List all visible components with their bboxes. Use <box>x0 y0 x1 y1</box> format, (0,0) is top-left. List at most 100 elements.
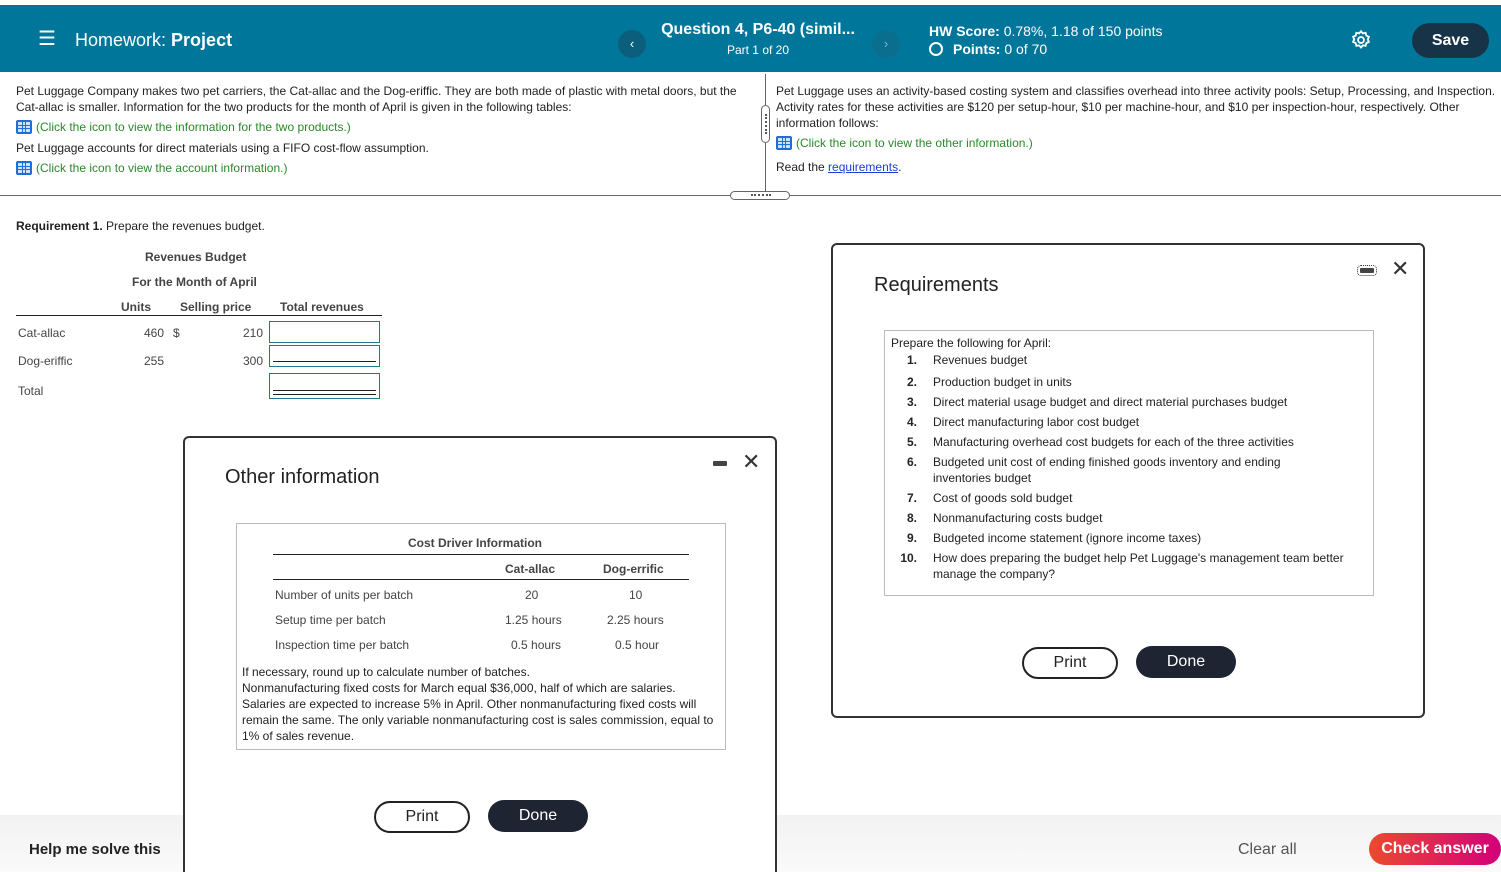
products-info-link-text: (Click the icon to view the information … <box>36 120 351 134</box>
budget-title: Revenues Budget <box>145 250 247 264</box>
score-block: HW Score: 0.78%, 1.18 of 150 points Poin… <box>929 23 1162 57</box>
table-rule <box>273 554 689 555</box>
total-revenues-total-input[interactable] <box>269 373 380 399</box>
check-answer-button[interactable]: Check answer <box>1369 833 1501 865</box>
requirement-1-heading: Requirement 1. Prepare the revenues budg… <box>16 219 265 233</box>
row-label: Setup time per batch <box>275 613 386 627</box>
column-header-dog-errific: Dog-errific <box>603 562 664 576</box>
close-icon[interactable]: ✕ <box>742 451 760 473</box>
requirement-item: 10. How does preparing the budget help Pe… <box>891 550 1367 582</box>
requirement-item: 8. Nonmanufacturing costs budget <box>891 510 1367 526</box>
item-number: 7. <box>906 491 917 505</box>
budget-subtitle: For the Month of April <box>132 275 257 289</box>
done-button[interactable]: Done <box>1136 646 1236 678</box>
top-bar: ☰ Homework: Project ‹ Question 4, P6-40 … <box>0 5 1501 72</box>
dog-errific-value: 0.5 hour <box>615 638 660 652</box>
other-information-dialog: Other information ✕ Cost Driver Informat… <box>183 436 777 872</box>
done-button[interactable]: Done <box>488 800 588 832</box>
item-text: Cost of goods sold budget <box>933 491 1073 505</box>
requirements-dialog-title: Requirements <box>874 274 999 296</box>
chevron-left-icon: ‹ <box>629 36 635 51</box>
units-dog-eriffic: 255 <box>144 354 165 368</box>
row-label: Number of units per batch <box>275 588 414 602</box>
item-number: 3. <box>906 395 917 409</box>
dog-errific-value: 10 <box>629 588 643 602</box>
other-info-link[interactable]: (Click the icon to view the other inform… <box>776 135 1496 151</box>
hw-score-label: HW Score: <box>929 23 1000 39</box>
item-number: 5. <box>906 435 917 449</box>
table-grid-icon <box>16 120 32 134</box>
save-button[interactable]: Save <box>1412 23 1489 58</box>
cat-allac-value: 0.5 hours <box>511 638 562 652</box>
question-title-block: Question 4, P6-40 (simil... Part 1 of 20 <box>656 21 860 57</box>
table-grid-icon <box>16 161 32 175</box>
column-header-units: Units <box>121 300 151 314</box>
hamburger-menu-icon[interactable]: ☰ <box>38 29 56 49</box>
item-text: Direct material usage budget and direct … <box>933 395 1288 409</box>
print-button[interactable]: Print <box>374 801 470 833</box>
hw-score-value: 0.78%, 1.18 of 150 points <box>1003 23 1163 39</box>
requirements-list: 1. Revenues budget 2. Production budget in… <box>891 352 1367 582</box>
homework-title: Homework: Project <box>75 30 232 51</box>
column-header-cat-allac: Cat-allac <box>505 562 556 576</box>
header-rule <box>16 315 382 316</box>
clear-all-button[interactable]: Clear all <box>1238 841 1297 859</box>
other-info-dialog-title: Other information <box>225 466 380 488</box>
requirement-1-text: Prepare the revenues budget. <box>102 219 265 233</box>
total-revenues-cat-allac-input[interactable] <box>269 321 380 343</box>
requirement-item: 6. Budgeted unit cost of ending finished … <box>891 454 1367 486</box>
cat-allac-value: 20 <box>525 588 539 602</box>
item-number: 4. <box>906 415 917 429</box>
item-text: Production budget in units <box>933 375 1072 389</box>
item-number: 2. <box>906 375 917 389</box>
currency-symbol: $ <box>173 326 180 340</box>
item-text: Manufacturing overhead cost budgets for … <box>933 435 1294 449</box>
item-text: Budgeted unit cost of ending finished go… <box>933 455 1281 485</box>
item-text: Budgeted income statement (ignore income… <box>933 531 1202 545</box>
homework-name: Project <box>171 30 233 50</box>
other-info-notes: If necessary, round up to calculate numb… <box>242 664 722 744</box>
row-label-cat-allac: Cat-allac <box>18 326 66 340</box>
help-me-solve-button[interactable]: Help me solve this <box>29 841 161 858</box>
table-rule <box>273 579 689 580</box>
requirement-item: 3. Direct material usage budget and direc… <box>891 394 1367 410</box>
gear-icon[interactable] <box>1350 29 1372 51</box>
requirements-dialog: Requirements ✕ Prepare the following for… <box>831 243 1425 718</box>
requirement-item: 4. Direct manufacturing labor cost budget <box>891 414 1367 430</box>
requirement-item: 5. Manufacturing overhead cost budgets fo… <box>891 434 1367 450</box>
note-nonmanufacturing: Nonmanufacturing fixed costs for March e… <box>242 681 714 743</box>
item-number: 1. <box>906 353 917 367</box>
table-grid-icon <box>776 136 792 150</box>
intro-paragraph: Pet Luggage Company makes two pet carrie… <box>16 84 737 114</box>
requirements-list-box: Prepare the following for April: 1. Reven… <box>884 330 1374 596</box>
row-label-total: Total <box>18 384 44 398</box>
close-icon[interactable]: ✕ <box>1391 258 1409 280</box>
item-text: How does preparing the budget help Pet L… <box>933 551 1344 581</box>
dog-errific-value: 2.25 hours <box>607 613 664 627</box>
row-label-dog-eriffic: Dog-eriffic <box>18 354 73 368</box>
price-cat-allac: 210 <box>243 326 264 340</box>
account-info-link[interactable]: (Click the icon to view the account info… <box>16 160 756 176</box>
item-text: Direct manufacturing labor cost budget <box>933 415 1140 429</box>
requirement-item: 1. Revenues budget <box>891 352 1367 368</box>
chevron-right-icon: › <box>883 36 889 51</box>
total-revenues-dog-eriffic-input[interactable] <box>269 345 380 367</box>
print-button[interactable]: Print <box>1022 647 1118 679</box>
item-number: 8. <box>906 511 917 525</box>
cost-driver-table: Cost Driver Information Cat-allac Dog-er… <box>237 524 725 659</box>
column-header-total-revenues: Total revenues <box>280 300 364 314</box>
minimize-icon[interactable] <box>1357 265 1377 276</box>
previous-question-button[interactable]: ‹ <box>618 30 646 58</box>
question-title: Question 4, P6-40 (simil... <box>661 21 855 38</box>
abc-paragraph: Pet Luggage uses an activity-based costi… <box>776 84 1496 130</box>
read-requirements-line: Read the requirements. <box>776 159 1496 175</box>
minimize-icon[interactable] <box>713 461 727 466</box>
products-info-link[interactable]: (Click the icon to view the information … <box>16 119 756 135</box>
vertical-resize-handle[interactable] <box>761 105 770 143</box>
units-cat-allac: 460 <box>144 326 165 340</box>
item-text: Revenues budget <box>933 353 1028 367</box>
horizontal-resize-handle[interactable] <box>730 191 790 200</box>
next-question-button[interactable]: › <box>872 30 900 58</box>
item-number: 10. <box>900 551 917 565</box>
requirements-link[interactable]: requirements <box>828 160 898 174</box>
